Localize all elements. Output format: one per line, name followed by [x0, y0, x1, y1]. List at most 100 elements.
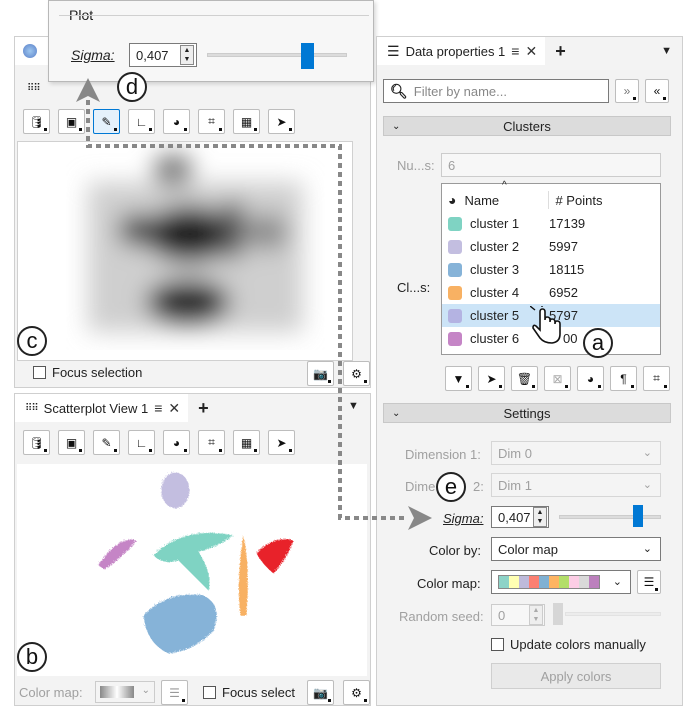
hand-cursor-icon	[529, 305, 564, 352]
scatterplot-svg	[97, 471, 292, 652]
focus-select-checkbox[interactable]	[203, 686, 216, 699]
axes-icon[interactable]: ∟	[128, 109, 155, 134]
scatterplot-tab[interactable]: ⠿⠿ Scatterplot View 1 ≡ ✕	[15, 394, 189, 422]
density-plot-svg	[88, 154, 303, 332]
add-tab-icon[interactable]: +	[555, 41, 566, 62]
paragraph-icon[interactable]: ¶	[610, 366, 637, 391]
dimension-1-combo: Dim 0 ⌄	[491, 441, 661, 465]
pointer-icon[interactable]: ➤	[478, 366, 505, 391]
palette-icon[interactable]: ◕	[163, 430, 190, 455]
cluster-name: cluster 4	[470, 285, 520, 300]
cluster-color-swatch	[448, 308, 462, 323]
camera-icon[interactable]: 📷	[307, 680, 334, 705]
chevron-down-icon: ⌄	[392, 407, 401, 419]
tab-menu-icon[interactable]: ≡	[511, 43, 519, 59]
image-icon[interactable]: ▣	[58, 430, 85, 455]
cluster-points: 6952	[549, 285, 578, 300]
sigma-slider-thumb[interactable]	[633, 505, 643, 527]
palette-icon[interactable]: ◕	[163, 109, 190, 134]
cluster-4-points	[237, 534, 247, 614]
grid-icon[interactable]: ▦	[233, 430, 260, 455]
colormap-swatch	[509, 576, 519, 588]
color-by-combo[interactable]: Color map ⌄	[491, 537, 661, 561]
colormap-swatch	[549, 576, 559, 588]
brush-icon[interactable]: ✎	[93, 430, 120, 455]
database-icon[interactable]: 🛢	[23, 109, 50, 134]
focus-select-row[interactable]: Focus select	[203, 685, 295, 700]
color-map-combo[interactable]: ⌄	[491, 570, 631, 594]
dimension-2-label: Dime	[405, 479, 436, 494]
annotation-e: e	[436, 472, 466, 502]
num-clusters-field: 6	[441, 153, 661, 177]
apply-colors-button[interactable]: Apply colors	[491, 663, 661, 689]
filter-icon[interactable]: ▼	[445, 366, 472, 391]
cluster-1-points	[152, 531, 232, 589]
collapse-all-icon[interactable]: «	[645, 79, 669, 103]
crop-icon[interactable]: ⌗	[643, 366, 670, 391]
table-row[interactable]: cluster 2 5997	[442, 235, 660, 258]
settings-section-header[interactable]: ⌄ Settings	[383, 403, 671, 423]
tab-close-icon[interactable]: ✕	[168, 400, 180, 417]
colormap-settings-icon[interactable]: ☰	[161, 680, 188, 705]
dimension-1-label: Dimension 1:	[405, 447, 481, 462]
image-icon[interactable]: ▣	[58, 109, 85, 134]
settings-gear-icon[interactable]: ⚙	[343, 361, 370, 386]
trash-icon[interactable]: 🗑	[511, 366, 538, 391]
table-row[interactable]: cluster 4 6952	[442, 281, 660, 304]
panel-menu-icon[interactable]: ▼	[661, 45, 672, 57]
filter-input[interactable]: 🔍︎ Filter by name...	[383, 79, 609, 103]
pointer-icon[interactable]: ➤	[268, 430, 295, 455]
chevron-down-icon: ⌄	[612, 576, 622, 588]
plot-sigma-slider-track[interactable]	[207, 53, 347, 57]
random-seed-label: Random seed:	[399, 609, 484, 624]
annotation-d: d	[117, 72, 147, 102]
chevron-down-icon: ⌄	[141, 685, 150, 696]
cluster-color-swatch	[448, 331, 462, 346]
header-points[interactable]: # Points	[555, 193, 602, 208]
update-colors-row[interactable]: Update colors manually	[491, 637, 646, 652]
palette-icon[interactable]: ◕	[577, 366, 604, 391]
color-map-label: Color map:	[417, 576, 481, 591]
table-row[interactable]: cluster 3 18115	[442, 258, 660, 281]
tab-menu-icon[interactable]: ≡	[154, 400, 162, 416]
brush-icon[interactable]: ✎	[93, 109, 120, 134]
density-plot-canvas[interactable]	[17, 141, 353, 361]
scatterplot-tabbar: ⠿⠿ Scatterplot View 1 ≡ ✕ +	[15, 394, 370, 422]
scatterplot-canvas[interactable]	[17, 464, 367, 676]
header-name[interactable]: Name	[464, 193, 548, 208]
crop-icon[interactable]: ⌗	[198, 430, 225, 455]
colormap-swatch	[569, 576, 579, 588]
cluster-points: 18115	[549, 262, 585, 277]
clusters-table[interactable]: ◕ Name # Points ^ cluster 1 17139 cluste…	[441, 180, 661, 355]
sigma-slider-track[interactable]	[559, 515, 661, 519]
focus-selection-label: Focus selection	[52, 365, 143, 380]
dimension-2-combo: Dim 1 ⌄	[491, 473, 661, 497]
focus-selection-checkbox[interactable]	[33, 366, 46, 379]
add-tab-icon[interactable]: +	[198, 398, 209, 419]
scatter-panel-menu-icon[interactable]: ▼	[348, 400, 359, 412]
crop-icon[interactable]: ⌗	[198, 109, 225, 134]
plot-sigma-slider-thumb[interactable]	[301, 43, 314, 69]
scatterplot-view-panel: ⠿⠿ Scatterplot View 1 ≡ ✕ + 🛢 ▣ ✎ ∟ ◕ ⌗ …	[14, 393, 371, 706]
plot-sigma-spinner[interactable]: ▲ ▼	[180, 45, 194, 65]
settings-gear-icon[interactable]: ⚙	[343, 680, 370, 705]
colormap-settings-icon[interactable]: ☰	[637, 570, 661, 594]
chevron-down-icon: ⌄	[642, 479, 652, 491]
pointer-icon[interactable]: ➤	[268, 109, 295, 134]
grid-icon[interactable]: ▦	[233, 109, 260, 134]
settings-header-label: Settings	[503, 405, 551, 421]
table-row[interactable]: cluster 1 17139	[442, 212, 660, 235]
clusters-section-header[interactable]: ⌄ Clusters	[383, 116, 671, 136]
axes-icon[interactable]: ∟	[128, 430, 155, 455]
colormap-swatch	[559, 576, 569, 588]
data-properties-tab[interactable]: ☰ Data properties 1 ≡ ✕	[377, 37, 546, 65]
sigma-spinner[interactable]: ▲ ▼	[533, 507, 547, 527]
update-colors-checkbox[interactable]	[491, 638, 504, 651]
merge-icon[interactable]: ⊠	[544, 366, 571, 391]
expand-all-icon[interactable]: »	[615, 79, 639, 103]
tab-close-icon[interactable]: ✕	[525, 43, 537, 60]
focus-selection-row[interactable]: Focus selection	[33, 365, 142, 380]
camera-icon[interactable]: 📷	[307, 361, 334, 386]
scatter-colormap-combo[interactable]: ⌄	[95, 681, 155, 703]
database-icon[interactable]: 🛢	[23, 430, 50, 455]
